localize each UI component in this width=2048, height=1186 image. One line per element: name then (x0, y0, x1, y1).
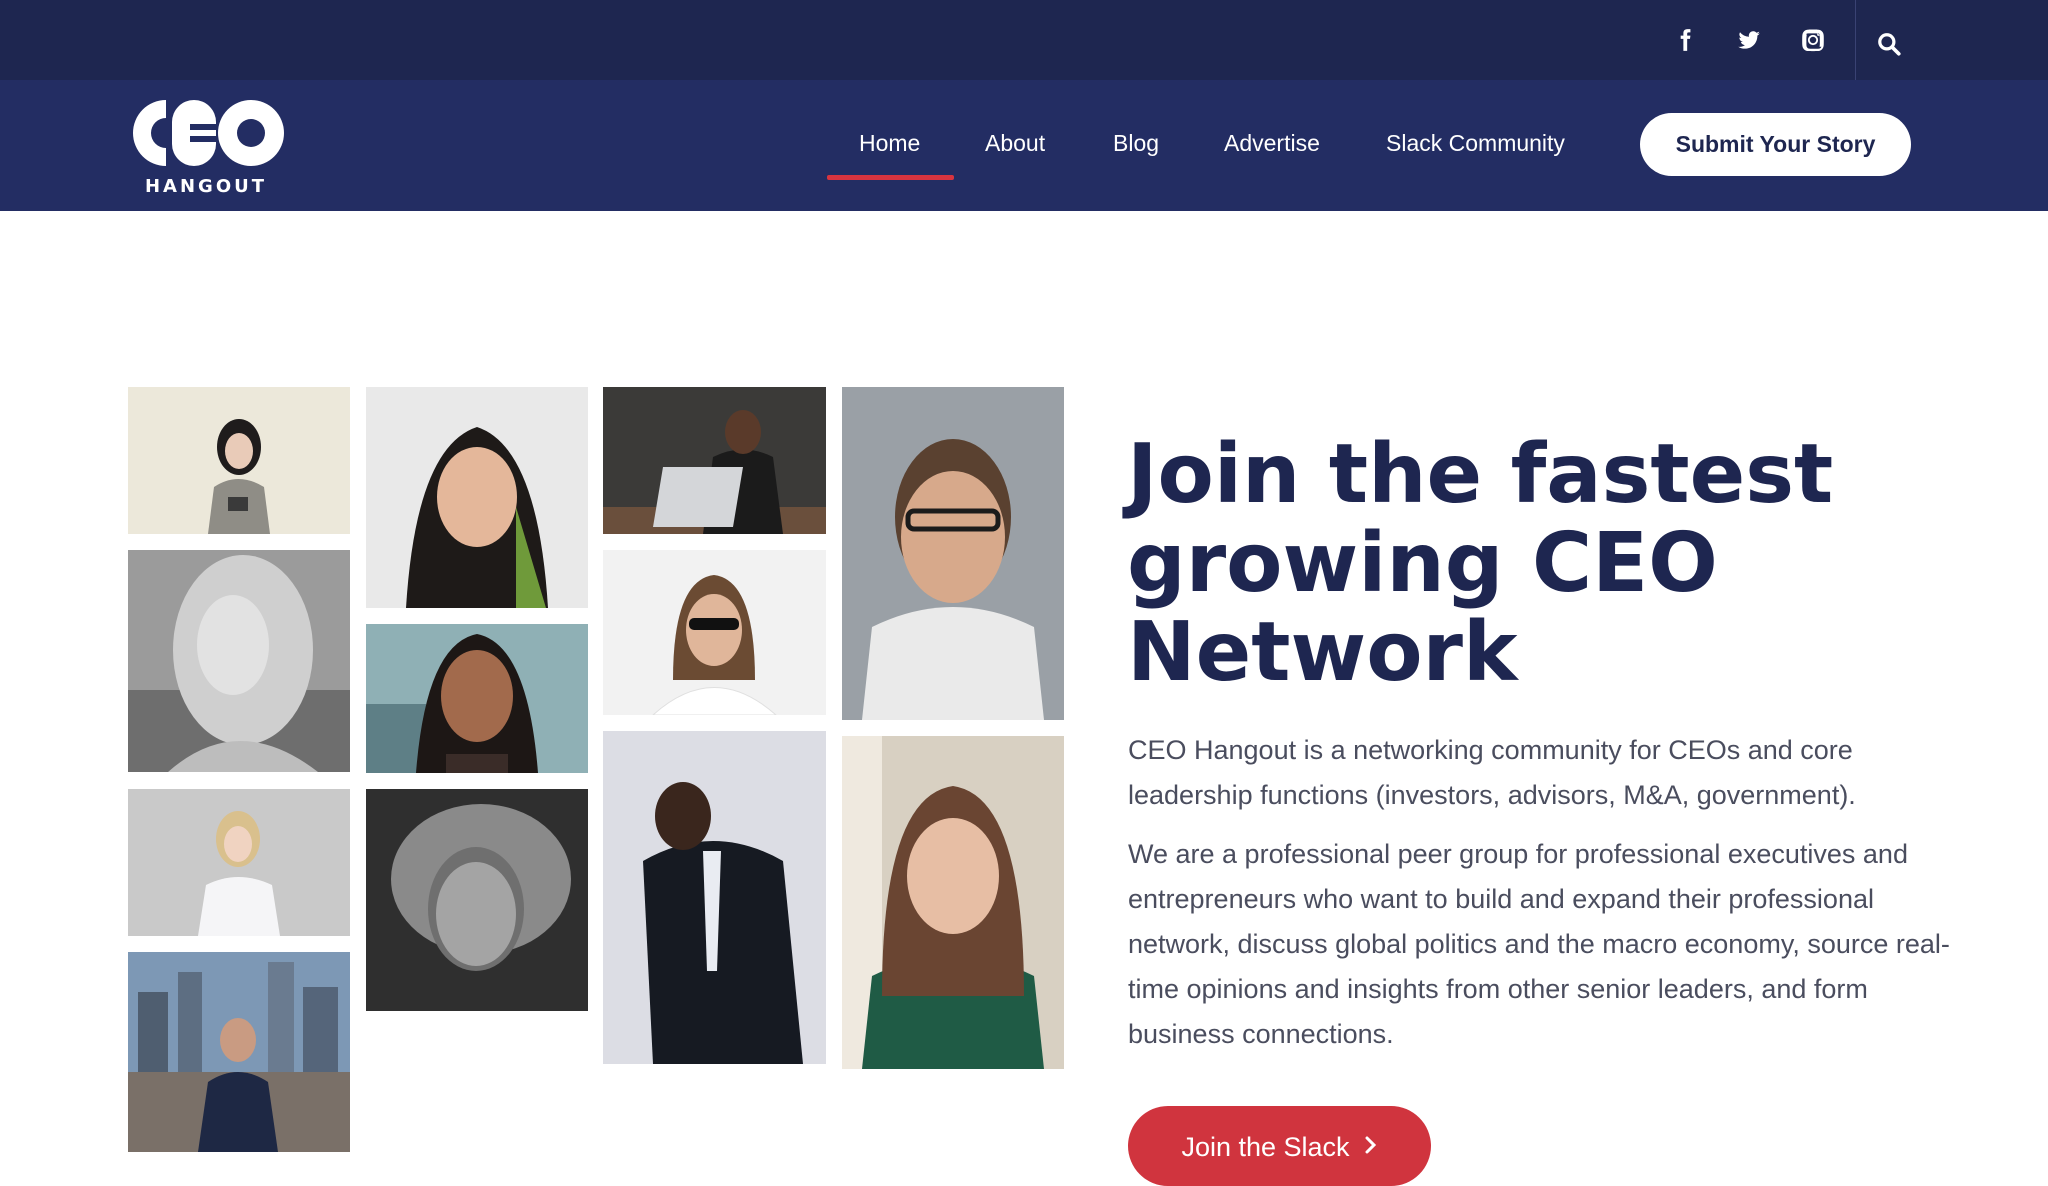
search-icon[interactable] (1869, 24, 1909, 64)
join-slack-label: Join the Slack (1181, 1132, 1350, 1162)
twitter-icon[interactable] (1731, 22, 1767, 58)
nav-blog[interactable]: Blog (1113, 126, 1159, 160)
logo-subtitle: HANGOUT (144, 176, 268, 197)
photo-woman-glasses-whiteboard (366, 387, 588, 608)
photo-person-sunglasses (603, 550, 826, 715)
chevron-right-icon (1364, 1132, 1378, 1163)
nav-about[interactable]: About (985, 126, 1045, 160)
photo-man-black-suit (603, 731, 826, 1064)
photo-man-bw-hair (366, 789, 588, 1011)
join-slack-button[interactable]: Join the Slack (1128, 1106, 1431, 1186)
top-divider (1855, 0, 1856, 80)
photo-woman-curly-hair (842, 736, 1064, 1069)
hero-headline: Join the fastest growing CEO Network (1127, 427, 1834, 700)
submit-your-story-button[interactable]: Submit Your Story (1640, 113, 1911, 176)
logo-mark-icon (133, 100, 284, 166)
photo-woman-phone (128, 387, 350, 534)
hero-intro-paragraph: CEO Hangout is a networking community fo… (1128, 735, 1856, 810)
instagram-icon[interactable] (1795, 22, 1831, 58)
hero-description-paragraph: We are a professional peer group for pro… (1128, 839, 1950, 1049)
top-bar (0, 0, 2048, 80)
photo-man-laptop (603, 387, 826, 534)
photo-woman-bw (128, 550, 350, 772)
nav-slack-community[interactable]: Slack Community (1386, 126, 1565, 160)
nav-active-indicator (827, 175, 954, 180)
photo-man-glasses-tshirt (842, 387, 1064, 720)
facebook-icon[interactable] (1667, 22, 1703, 58)
nav-home[interactable]: Home (859, 126, 920, 160)
photo-man-suit-city (128, 952, 350, 1152)
photo-woman-smiling-street (366, 624, 588, 773)
photo-woman-white-shirt (128, 789, 350, 936)
site-logo[interactable]: HANGOUT (126, 92, 286, 198)
nav-advertise[interactable]: Advertise (1224, 126, 1320, 160)
